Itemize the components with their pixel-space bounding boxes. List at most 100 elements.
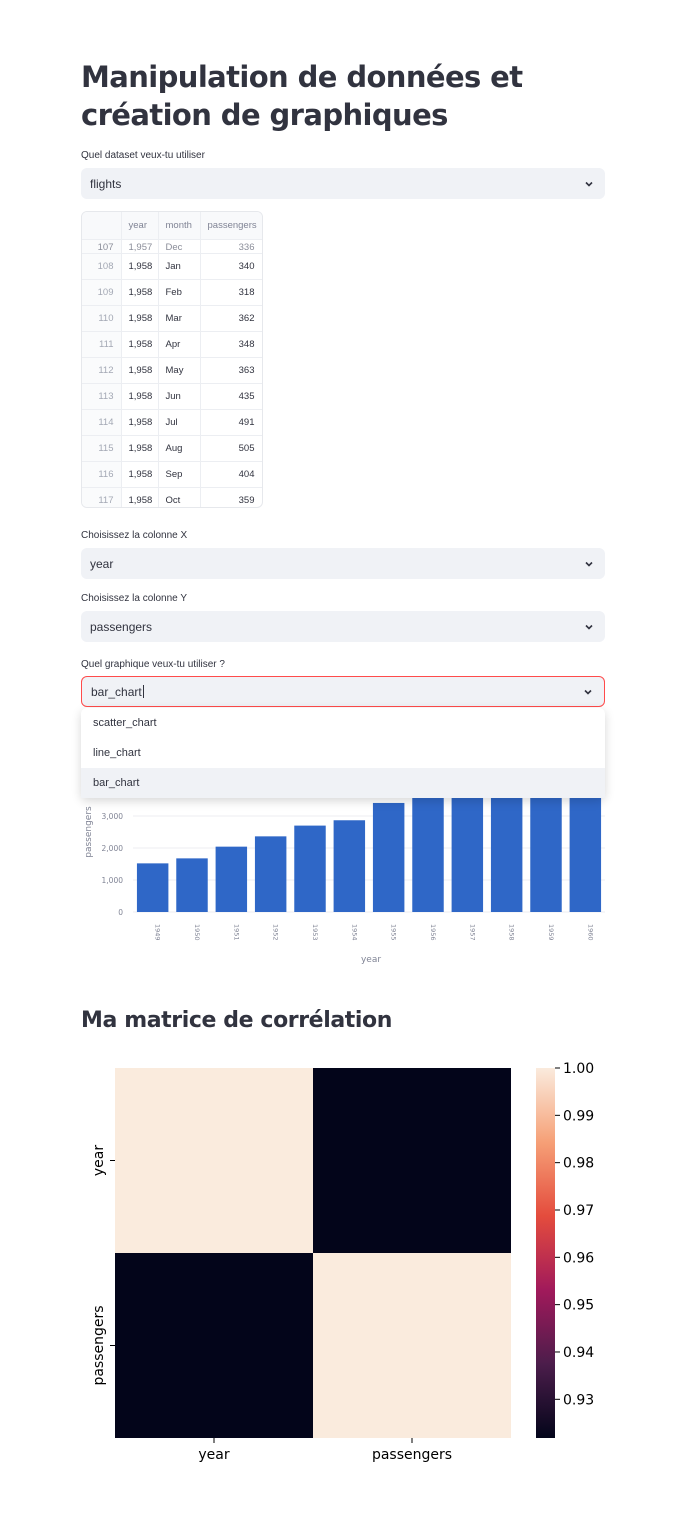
heatmap-x-label: passengers — [372, 1447, 452, 1463]
table-cell: 340 — [200, 253, 262, 280]
heatmap-cell — [313, 1068, 511, 1253]
correlation-heatmap: year passengers year passengers 1.00 0.99 0.98… — [91, 1061, 594, 1463]
table-cell: 1,958 — [121, 461, 159, 488]
x-tick-label: 1960 — [586, 924, 594, 941]
table-cell: 363 — [200, 357, 262, 384]
bar[interactable] — [490, 780, 523, 912]
y-tick-label: 1,000 — [102, 876, 124, 885]
colorbar-tick-label: 0.97 — [563, 1203, 594, 1219]
heatmap-cell — [115, 1068, 313, 1253]
colorbar-tick-label: 0.99 — [563, 1108, 594, 1124]
table-cell: 111 — [82, 331, 122, 358]
table-cell: 1,958 — [121, 409, 159, 436]
table-row[interactable]: 113 1,958 Jun 435 — [82, 383, 262, 410]
colorbar-tick-label: 0.96 — [563, 1250, 594, 1266]
table-row[interactable]: 112 1,958 May 363 — [82, 357, 262, 384]
table-cell: 348 — [200, 331, 262, 358]
column-header-year[interactable]: year — [121, 212, 159, 240]
chart-select-label: Quel graphique veux-tu utiliser ? — [81, 659, 225, 670]
table-cell: 108 — [82, 253, 122, 280]
y-column-select[interactable]: passengers — [81, 611, 605, 642]
table-cell: 1,958 — [121, 383, 159, 410]
y-tick-label: 2,000 — [102, 844, 124, 853]
chart-type-dropdown[interactable]: scatter_chart line_chart bar_chart — [81, 708, 605, 798]
chevron-down-icon — [585, 561, 593, 567]
dataset-select-label: Quel dataset veux-tu utiliser — [81, 150, 205, 161]
bar[interactable] — [136, 863, 169, 912]
option-line-chart[interactable]: line_chart — [81, 738, 605, 768]
bar[interactable] — [372, 802, 405, 912]
column-header-passengers[interactable]: passengers — [200, 212, 262, 240]
option-bar-chart[interactable]: bar_chart — [81, 768, 605, 798]
table-row-partial: 107 1,957 Dec 336 — [82, 239, 262, 254]
colorbar-tick-label: 0.95 — [563, 1298, 594, 1314]
colorbar-tick-label: 0.93 — [563, 1392, 594, 1408]
x-tick-label: 1952 — [272, 924, 280, 941]
table-cell: 109 — [82, 279, 122, 306]
bar[interactable] — [294, 825, 326, 912]
table-cell: 113 — [82, 383, 122, 410]
table-cell: 1,957 — [121, 239, 159, 254]
table-cell: Feb — [158, 279, 201, 306]
table-cell: Jan — [158, 253, 201, 280]
column-header-month[interactable]: month — [158, 212, 201, 240]
table-cell: 1,958 — [121, 331, 159, 358]
bar[interactable] — [176, 858, 208, 912]
chevron-down-icon — [585, 624, 593, 630]
page-title: Manipulation de données et création de g… — [81, 60, 523, 132]
heatmap-cell — [115, 1253, 313, 1438]
heatmap-y-label: passengers — [91, 1305, 107, 1385]
bar[interactable] — [569, 780, 602, 912]
bar[interactable] — [254, 836, 287, 912]
table-cell: Mar — [158, 305, 201, 332]
table-cell: 115 — [82, 435, 122, 462]
x-tick-label: 1949 — [154, 924, 162, 941]
table-row[interactable]: 114 1,958 Jul 491 — [82, 409, 262, 436]
x-tick-label: 1953 — [311, 924, 319, 941]
colorbar-tick-label: 0.94 — [563, 1345, 594, 1361]
table-row[interactable]: 115 1,958 Aug 505 — [82, 435, 262, 462]
heatmap-y-label: year — [91, 1145, 107, 1176]
table-row[interactable]: 117 1,958 Oct 359 — [82, 487, 262, 507]
table-cell: 110 — [82, 305, 122, 332]
text-cursor — [142, 684, 144, 698]
table-cell: 1,958 — [121, 357, 159, 384]
bar[interactable] — [530, 780, 562, 912]
bar[interactable] — [333, 820, 366, 912]
colorbar — [536, 1068, 555, 1438]
table-cell: 1,958 — [121, 253, 159, 280]
bar[interactable] — [412, 785, 444, 912]
bar[interactable] — [215, 846, 248, 912]
table-row[interactable]: 108 1,958 Jan 340 — [82, 253, 262, 280]
chart-type-select[interactable]: bar_chart — [81, 676, 605, 707]
colorbar-tick-label: 1.00 — [563, 1061, 594, 1077]
x-column-select[interactable]: year — [81, 548, 605, 579]
table-row[interactable]: 111 1,958 Apr 348 — [82, 331, 262, 358]
x-tick-label: 1957 — [468, 924, 476, 941]
table-cell: Sep — [158, 461, 201, 488]
table-cell: 505 — [200, 435, 262, 462]
table-cell: 1,958 — [121, 305, 159, 332]
table-cell: 112 — [82, 357, 122, 384]
dataset-select[interactable]: flights — [81, 168, 605, 199]
bar-chart[interactable]: 1949 1950 1951 1952 1953 1954 1955 1956 1957 1958… — [81, 780, 611, 970]
chart-select-value[interactable]: bar_chart — [91, 685, 142, 699]
table-cell: Apr — [158, 331, 201, 358]
table-row[interactable]: 110 1,958 Mar 362 — [82, 305, 262, 332]
table-cell: 117 — [82, 487, 122, 507]
table-cell: 114 — [82, 409, 122, 436]
bar[interactable] — [451, 780, 484, 912]
correlation-title: Ma matrice de corrélation — [81, 1008, 393, 1033]
table-row[interactable]: 109 1,958 Feb 318 — [82, 279, 262, 306]
table-cell: 336 — [200, 239, 262, 254]
y-axis-label: passengers — [84, 806, 94, 858]
x-select-label: Choisissez la colonne X — [81, 530, 188, 541]
table-row[interactable]: 116 1,958 Sep 404 — [82, 461, 262, 488]
table-cell: 362 — [200, 305, 262, 332]
dataframe[interactable]: year month passengers 107 1,957 Dec 336 … — [81, 211, 263, 508]
table-cell: 318 — [200, 279, 262, 306]
table-cell: 116 — [82, 461, 122, 488]
x-tick-label: 1951 — [232, 924, 240, 941]
colorbar-tick-label: 0.98 — [563, 1156, 594, 1172]
option-scatter-chart[interactable]: scatter_chart — [81, 708, 605, 738]
